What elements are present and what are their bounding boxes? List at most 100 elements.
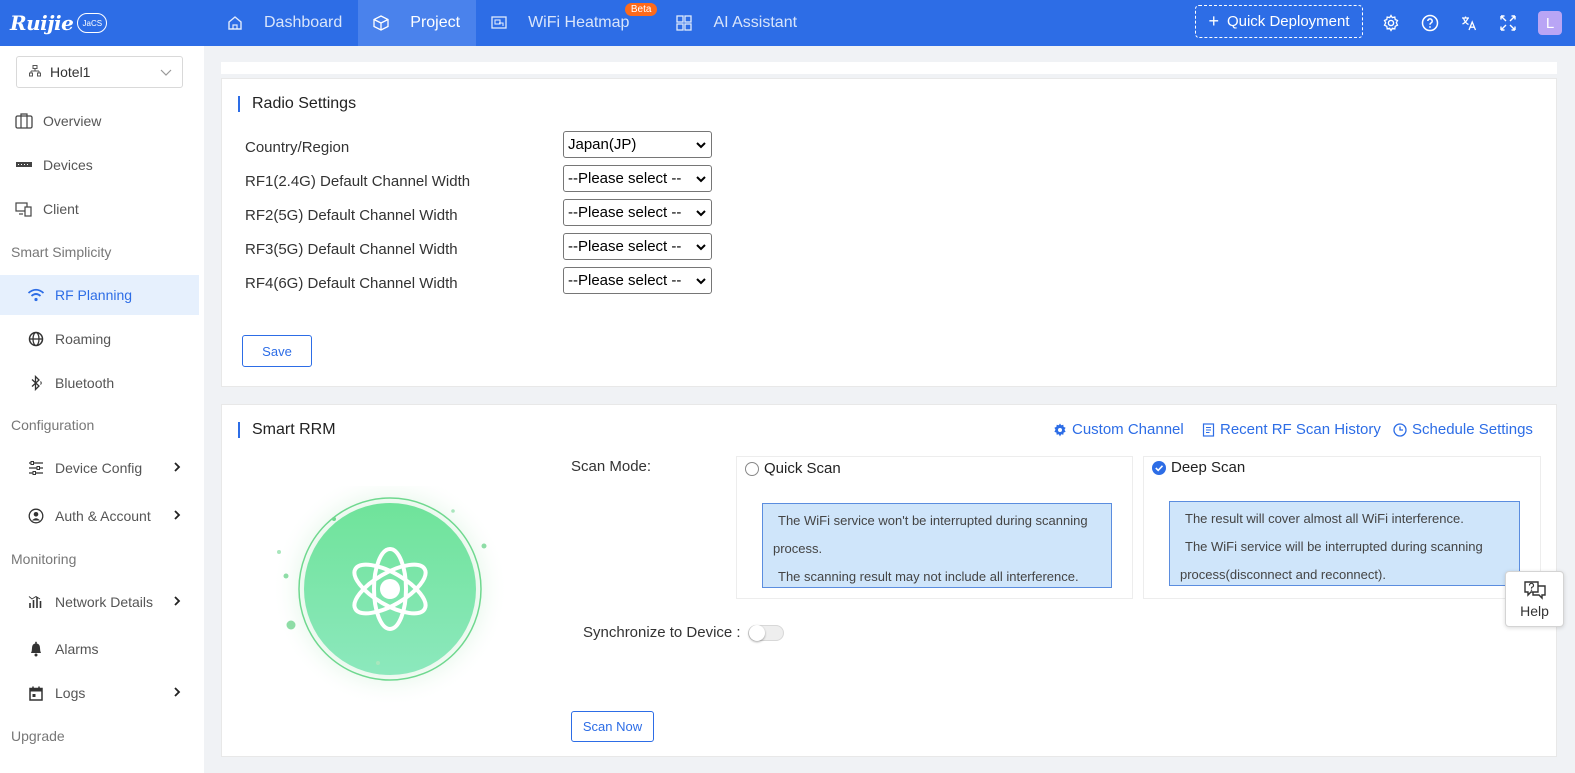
synchronize-to-device-toggle[interactable] xyxy=(748,625,784,641)
radio-settings-panel xyxy=(221,78,1557,387)
help-label: Help xyxy=(1520,602,1549,619)
grid-icon xyxy=(675,14,693,32)
quick-deployment-label: Quick Deployment xyxy=(1226,13,1350,30)
language-icon[interactable] xyxy=(1458,12,1480,34)
sidebar: Hotel1 Overview Devices Client Smart Sim… xyxy=(0,46,204,773)
client-icon xyxy=(15,200,33,218)
help-circle-icon[interactable] xyxy=(1419,12,1441,34)
heatmap-icon xyxy=(490,14,508,32)
scan-now-button[interactable]: Scan Now xyxy=(571,711,654,742)
schedule-settings-link[interactable]: Schedule Settings xyxy=(1393,421,1533,438)
document-icon xyxy=(1202,422,1215,437)
rf3-channel-width-value: --Please select -- xyxy=(568,238,682,255)
sidebar-item-bluetooth[interactable]: Bluetooth xyxy=(0,363,199,403)
synchronize-to-device-label: Synchronize to Device : xyxy=(583,624,741,641)
wifi-icon xyxy=(27,286,45,304)
site-name: Hotel1 xyxy=(50,64,91,80)
chevron-right-icon xyxy=(172,685,182,701)
sidebar-item-alarms[interactable]: Alarms xyxy=(0,629,199,669)
sidebar-item-label: Roaming xyxy=(55,331,112,347)
overview-icon xyxy=(15,112,33,130)
deep-scan-option[interactable]: Deep Scan xyxy=(1152,459,1245,476)
home-icon xyxy=(226,14,244,32)
chevron-down-icon xyxy=(695,206,707,224)
nav-project[interactable]: Project xyxy=(358,0,477,46)
plus-icon: + xyxy=(1208,11,1219,31)
fullscreen-icon[interactable] xyxy=(1497,12,1519,34)
sidebar-item-label: Logs xyxy=(55,685,86,701)
sidebar-item-network-details[interactable]: Network Details xyxy=(0,582,199,622)
sidebar-item-label: Network Details xyxy=(55,594,154,610)
rf2-channel-width-label: RF2(5G) Default Channel Width xyxy=(245,207,458,224)
help-chat-icon xyxy=(1523,580,1546,600)
bell-icon xyxy=(27,640,45,658)
quick-scan-label: Quick Scan xyxy=(764,460,841,477)
sidebar-item-devices[interactable]: Devices xyxy=(0,145,199,185)
clock-icon xyxy=(1393,422,1407,437)
quick-deployment-button[interactable]: + Quick Deployment xyxy=(1195,5,1363,38)
deep-scan-label: Deep Scan xyxy=(1171,459,1246,476)
nav-wifi-heatmap[interactable]: WiFi Heatmap Beta xyxy=(476,0,658,46)
rf1-channel-width-select[interactable]: --Please select -- xyxy=(563,165,712,192)
chevron-right-icon xyxy=(172,460,182,476)
quick-scan-note: The WiFi service won't be interrupted du… xyxy=(762,503,1112,588)
quick-scan-radio[interactable] xyxy=(745,461,759,476)
save-button[interactable]: Save xyxy=(242,335,312,367)
cube-icon xyxy=(372,14,390,32)
recent-rf-scan-history-label: Recent RF Scan History xyxy=(1220,421,1381,438)
nav-ai-assistant[interactable]: AI Assistant xyxy=(645,0,813,46)
chevron-right-icon xyxy=(172,594,182,610)
deep-scan-radio[interactable] xyxy=(1152,460,1166,475)
sidebar-item-overview[interactable]: Overview xyxy=(0,101,199,141)
country-region-value: Japan(JP) xyxy=(568,136,637,153)
group-monitoring: Monitoring xyxy=(11,551,77,567)
help-button[interactable]: Help xyxy=(1505,571,1564,627)
sidebar-item-rf-planning[interactable]: RF Planning xyxy=(0,275,199,315)
recent-rf-scan-history-link[interactable]: Recent RF Scan History xyxy=(1202,421,1381,438)
sidebar-item-logs[interactable]: Logs xyxy=(0,673,199,713)
rf4-channel-width-select[interactable]: --Please select -- xyxy=(563,267,712,294)
custom-channel-label: Custom Channel xyxy=(1072,421,1184,438)
chevron-right-icon xyxy=(172,508,182,524)
quick-scan-note-line: The scanning result may not include all … xyxy=(778,569,1079,584)
sidebar-item-label: Alarms xyxy=(55,641,99,657)
user-avatar[interactable]: L xyxy=(1538,11,1562,35)
rf3-channel-width-label: RF3(5G) Default Channel Width xyxy=(245,241,458,258)
toggle-knob xyxy=(749,625,765,641)
nav-project-label: Project xyxy=(410,14,461,31)
sidebar-item-label: Auth & Account xyxy=(55,508,151,524)
chevron-down-icon xyxy=(695,138,707,156)
rf2-channel-width-select[interactable]: --Please select -- xyxy=(563,199,712,226)
sidebar-item-client[interactable]: Client xyxy=(0,189,199,229)
check-icon xyxy=(1155,464,1164,472)
nav-dashboard-label: Dashboard xyxy=(264,14,343,31)
nav-dashboard[interactable]: Dashboard xyxy=(212,0,358,46)
ruijie-logo[interactable]: Ruijie JaCS xyxy=(10,8,108,38)
chevron-down-icon xyxy=(695,274,707,292)
bluetooth-icon xyxy=(27,374,45,392)
group-upgrade[interactable]: Upgrade xyxy=(11,728,65,744)
logo-cloud-badge: JaCS xyxy=(77,13,108,33)
rf3-channel-width-select[interactable]: --Please select -- xyxy=(563,233,712,260)
top-navigation-bar: Ruijie JaCS Dashboard Project WiFi Heatm… xyxy=(0,0,1575,46)
chevron-down-icon xyxy=(160,65,172,81)
network-icon xyxy=(29,64,41,80)
custom-channel-link[interactable]: Custom Channel xyxy=(1053,421,1184,438)
sidebar-item-roaming[interactable]: Roaming xyxy=(0,319,199,359)
sidebar-item-label: Devices xyxy=(43,157,93,173)
smart-rrm-title: Smart RRM xyxy=(238,422,336,438)
sidebar-item-auth-account[interactable]: Auth & Account xyxy=(0,496,199,536)
deep-scan-note-line: process(disconnect and reconnect). xyxy=(1180,567,1386,582)
gear-icon[interactable] xyxy=(1380,12,1402,34)
country-region-select[interactable]: Japan(JP) xyxy=(563,131,712,158)
deep-scan-note: The result will cover almost all WiFi in… xyxy=(1169,501,1520,586)
sidebar-item-device-config[interactable]: Device Config xyxy=(0,448,199,488)
sidebar-item-label: Bluetooth xyxy=(55,375,115,391)
quick-scan-note-line: The WiFi service won't be interrupted du… xyxy=(778,513,1088,528)
site-selector[interactable]: Hotel1 xyxy=(16,56,183,88)
schedule-settings-label: Schedule Settings xyxy=(1412,421,1533,438)
chevron-down-icon xyxy=(695,172,707,190)
globe-icon xyxy=(27,330,45,348)
quick-scan-option[interactable]: Quick Scan xyxy=(745,460,841,477)
chevron-down-icon xyxy=(695,240,707,258)
